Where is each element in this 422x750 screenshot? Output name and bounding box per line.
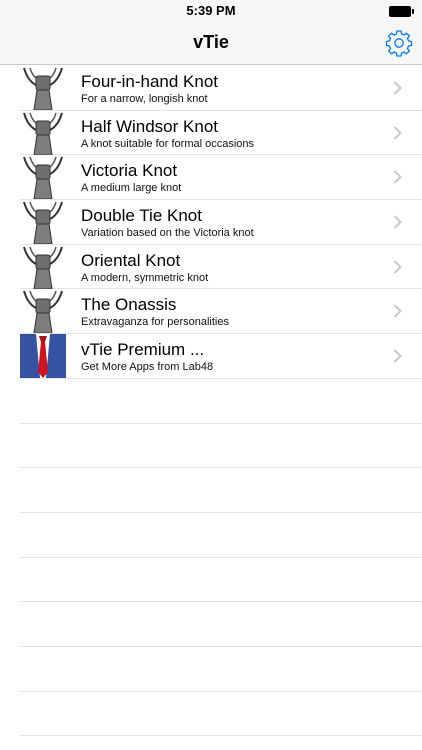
tie-knot-icon [20,111,66,156]
list-item-title: vTie Premium ... [81,340,205,360]
list-item[interactable]: Half Windsor Knot A knot suitable for fo… [20,111,422,156]
list-item-title: Oriental Knot [81,250,181,270]
chevron-right-icon [393,170,402,185]
tie-knot-icon [20,200,66,245]
list-item-title: The Onassis [81,295,177,315]
empty-row [20,647,422,692]
chevron-right-icon [393,260,402,274]
list-item-title: Half Windsor Knot [81,116,218,136]
suit-red-tie-icon [20,334,66,379]
chevron-right-icon [393,349,402,363]
gear-icon[interactable] [384,28,414,58]
status-time: 5:39 PM [186,3,236,18]
list-item-title: Victoria Knot [81,161,178,181]
chevron-right-icon [393,215,402,229]
list-item[interactable]: vTie Premium ... Get More Apps from Lab4… [20,334,422,379]
list-item-title: Double Tie Knot [81,206,202,226]
list-item-subtitle: A medium large knot [81,182,182,195]
list-item-subtitle: For a narrow, longish knot [81,93,208,105]
page-title: vTie [193,32,229,52]
navigation-bar: vTie [0,22,422,65]
battery-full-icon [389,6,414,17]
list-item[interactable]: Victoria Knot A medium large knot [20,155,422,201]
tie-knot-icon [20,289,66,334]
list-item-subtitle: Variation based on the Victoria knot [81,227,254,240]
tie-knot-icon [20,245,66,290]
list-item-subtitle: Extravaganza for personalities [81,316,229,329]
empty-row [20,379,422,424]
chevron-right-icon [393,81,402,95]
list-item[interactable]: Four-in-hand Knot For a narrow, longish … [20,66,422,111]
list-item[interactable]: Double Tie Knot Variation based on the V… [20,200,422,245]
tie-knot-icon [20,155,66,200]
list-item[interactable]: Oriental Knot A modern, symmetric knot [20,245,422,290]
empty-row [20,692,422,737]
empty-row [20,468,422,513]
empty-row [20,513,422,558]
empty-row [20,602,422,647]
list-item-subtitle: A knot suitable for formal occasions [81,137,255,150]
empty-row [20,424,422,469]
list-item-title: Four-in-hand Knot [81,72,219,91]
knot-list: Four-in-hand Knot For a narrow, longish … [0,66,422,737]
empty-row [20,558,422,603]
chevron-right-icon [393,304,402,319]
status-bar: 5:39 PM [0,0,422,22]
chevron-right-icon [393,125,402,140]
list-item-subtitle: Get More Apps from Lab48 [81,361,214,374]
list-item[interactable]: The Onassis Extravaganza for personaliti… [20,289,422,335]
tie-knot-icon [20,66,66,111]
list-item-subtitle: A modern, symmetric knot [81,271,209,284]
